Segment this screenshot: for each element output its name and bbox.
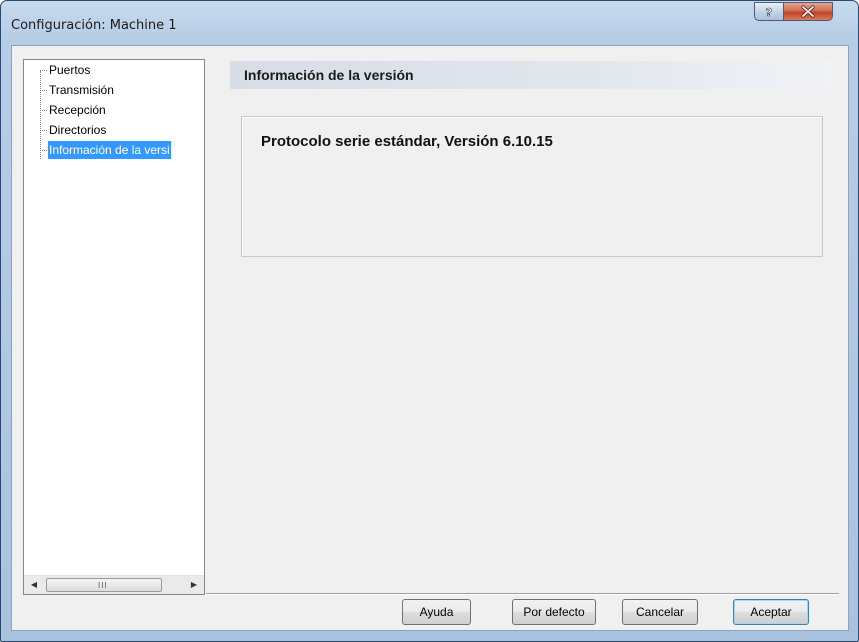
tree-item-label: Recepción	[49, 103, 106, 117]
title-bar[interactable]: Configuración: Machine 1 ?	[1, 1, 858, 45]
tree-item-label: Directorios	[49, 123, 107, 137]
tree-branch-line	[40, 70, 47, 71]
help-caption-button[interactable]: ?	[754, 2, 784, 21]
help-icon: ?	[766, 6, 773, 20]
tree-branch-line	[40, 90, 47, 91]
tree-branch-line	[40, 130, 47, 131]
tree-item-label: Transmisión	[49, 83, 114, 97]
tree-item-puertos[interactable]: Puertos	[40, 60, 204, 80]
svg-text:?: ?	[766, 6, 772, 19]
tree-branch-line	[40, 150, 47, 151]
tree-horizontal-scrollbar[interactable]: ◀ III ▶	[24, 575, 204, 594]
scroll-right-arrow-icon[interactable]: ▶	[187, 579, 201, 591]
section-title: Información de la versión	[244, 67, 414, 83]
tree-item-recepcion[interactable]: Recepción	[40, 100, 204, 120]
tree-item-informacion-version[interactable]: Información de la versi	[40, 140, 204, 160]
defaults-button[interactable]: Por defecto	[512, 599, 596, 625]
tree-item-directorios[interactable]: Directorios	[40, 120, 204, 140]
window-title: Configuración: Machine 1	[11, 18, 177, 33]
tree-branch-line	[40, 110, 47, 111]
close-icon	[801, 5, 815, 18]
help-button[interactable]: Ayuda	[402, 599, 471, 625]
tree-items: Puertos Transmisión Recepción Directorio…	[24, 60, 204, 575]
dialog-client-area: Puertos Transmisión Recepción Directorio…	[11, 45, 849, 631]
scrollbar-grip: III	[98, 581, 108, 590]
tree-item-transmision[interactable]: Transmisión	[40, 80, 204, 100]
dialog-window: Configuración: Machine 1 ? Puertos Trans…	[0, 0, 859, 642]
close-button[interactable]	[783, 2, 833, 21]
section-header: Información de la versión	[230, 61, 832, 89]
scrollbar-thumb[interactable]: III	[46, 578, 162, 592]
tree-item-label: Puertos	[49, 63, 91, 77]
cancel-button[interactable]: Cancelar	[622, 599, 698, 625]
scroll-left-arrow-icon[interactable]: ◀	[27, 579, 41, 591]
button-divider	[206, 593, 839, 595]
settings-tree[interactable]: Puertos Transmisión Recepción Directorio…	[23, 59, 205, 595]
version-info-box: Protocolo serie estándar, Versión 6.10.1…	[241, 116, 823, 257]
tree-item-label: Información de la versi	[48, 141, 171, 159]
version-info-text: Protocolo serie estándar, Versión 6.10.1…	[261, 133, 553, 150]
ok-button[interactable]: Aceptar	[733, 599, 809, 625]
